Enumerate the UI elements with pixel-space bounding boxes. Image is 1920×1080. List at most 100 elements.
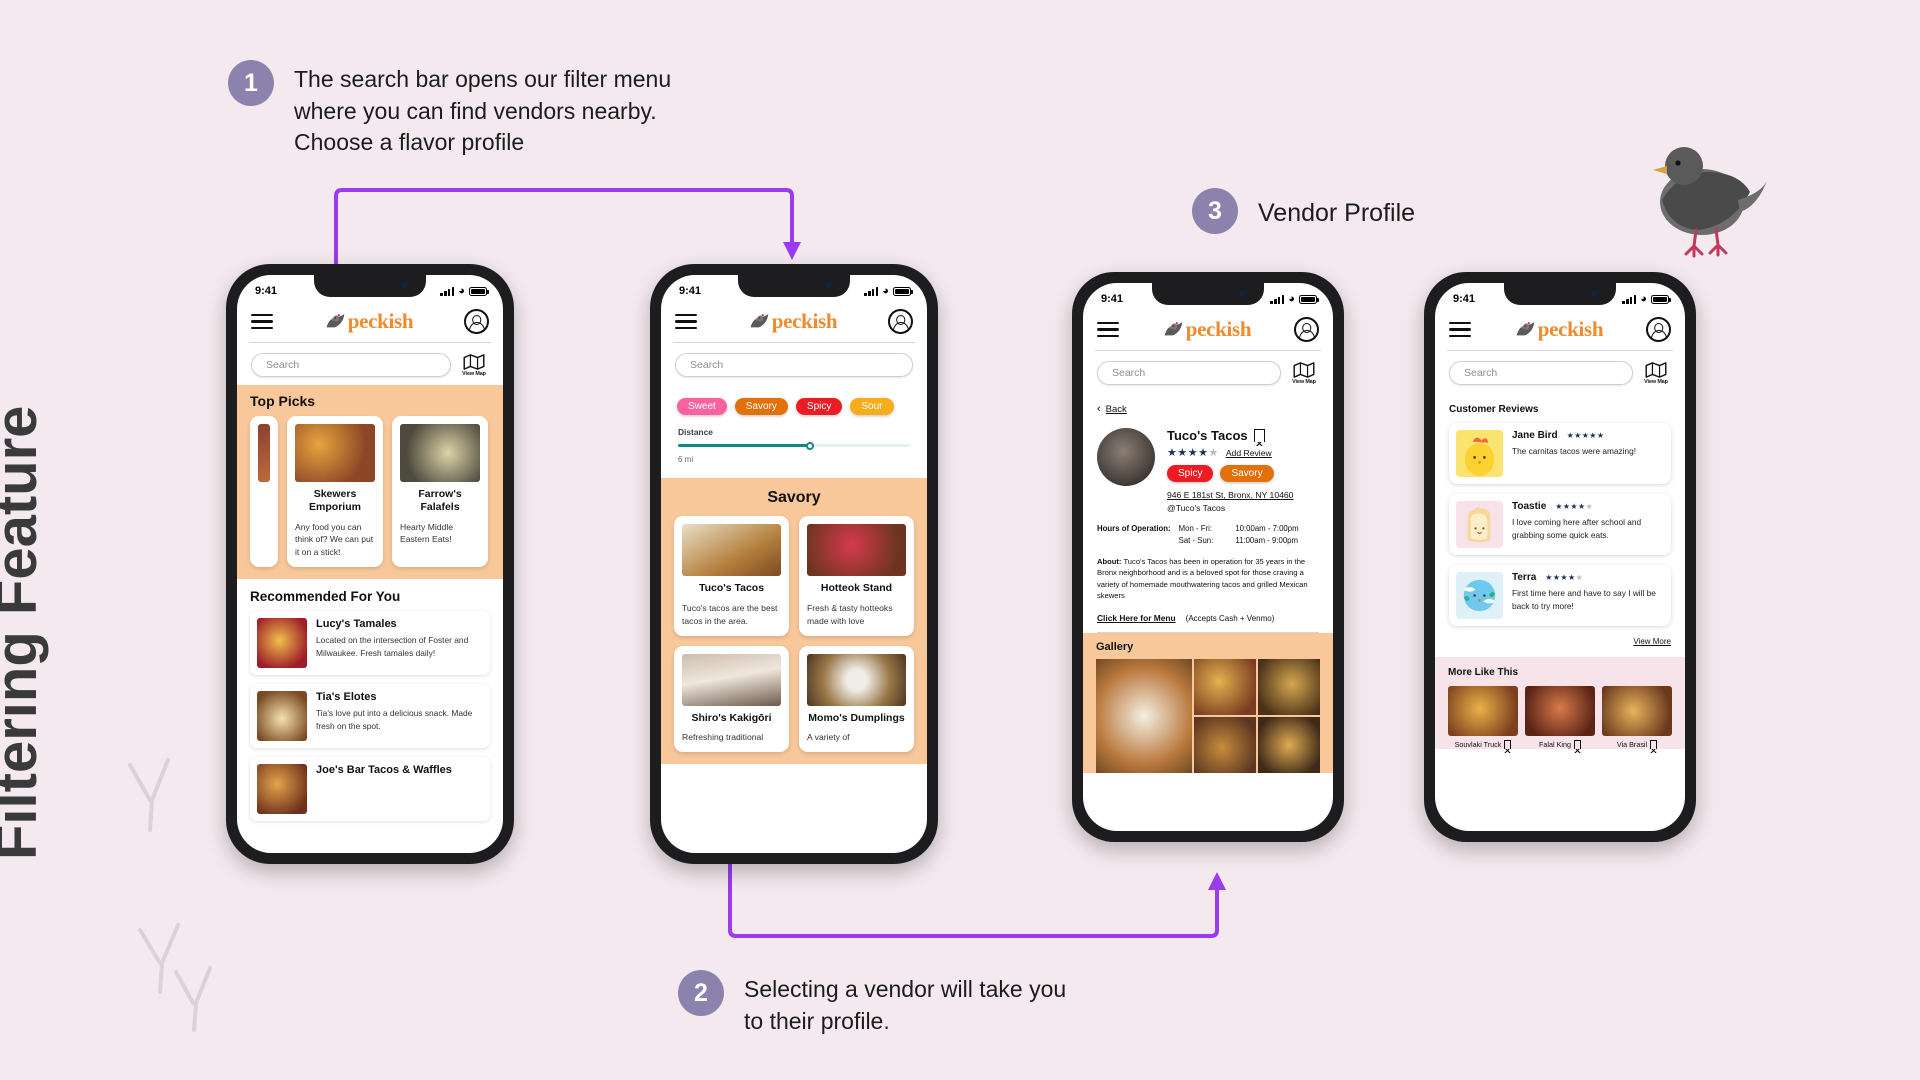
hours-days: Sat - Sun: (1178, 536, 1214, 545)
list-item[interactable]: Joe's Bar Tacos & Waffles (250, 757, 490, 822)
related-vendor-card[interactable]: Falal King (1525, 686, 1595, 753)
vendor-thumbnail (257, 618, 307, 669)
view-more-link[interactable]: View More (1435, 636, 1685, 657)
filter-pill-sour[interactable]: Sour (850, 398, 894, 415)
vendor-card-momos-dumplings[interactable]: Momo's Dumplings A variety of (799, 645, 914, 753)
vendor-name: Joe's Bar Tacos & Waffles (316, 764, 452, 777)
vendor-name: Tuco's Tacos (1167, 428, 1293, 446)
vendor-card-hotteok-stand[interactable]: Hotteok Stand Fresh & tasty hotteoks mad… (799, 516, 914, 636)
distance-value: 6 mi (678, 455, 694, 464)
vendor-card[interactable]: Farrow's Falafels Hearty Middle Eastern … (392, 416, 488, 568)
back-button[interactable]: ‹ Back (1097, 403, 1319, 415)
bookmark-icon[interactable] (1573, 740, 1582, 753)
app-logo[interactable]: peckish (1162, 317, 1252, 342)
account-avatar-icon[interactable] (1294, 317, 1319, 342)
search-input[interactable]: Search (675, 353, 913, 377)
pigeon-illustration (1653, 147, 1768, 258)
gallery-image[interactable] (1258, 716, 1320, 773)
related-vendor-name: Souvlaki Truck (1454, 740, 1502, 749)
vendor-rating: ★★★★★ Add Review (1167, 446, 1293, 459)
account-avatar-icon[interactable] (464, 309, 489, 334)
review-card: Terra ★★★★★ First time here and have to … (1449, 565, 1671, 626)
about-section: About: Tuco's Tacos has been in operatio… (1097, 556, 1319, 602)
vendor-description: Refreshing traditional (682, 732, 764, 743)
top-picks-carousel[interactable]: Skewers Emporium Any food you can think … (250, 416, 490, 568)
battery-icon (469, 286, 489, 296)
account-avatar-icon[interactable] (888, 309, 913, 334)
list-item[interactable]: Tia's Elotes Tia's love put into a delic… (250, 684, 490, 749)
view-map-button[interactable]: View Map (459, 353, 489, 377)
vendor-description: Fresh & tasty hotteoks made with love (807, 602, 893, 626)
gallery-image[interactable] (1194, 716, 1257, 773)
vendor-profile-body: ‹ Back Tuco's Tacos ★★★★★ Add Review Spi… (1083, 393, 1333, 632)
gallery-grid[interactable] (1096, 658, 1320, 773)
related-vendor-thumbnail (1602, 686, 1672, 736)
tag-spicy[interactable]: Spicy (1167, 465, 1214, 482)
vendor-card-shiros-kakigori[interactable]: Shiro's Kakigōri Refreshing traditional (674, 645, 789, 753)
vendor-description: A variety of (807, 732, 850, 743)
vendor-name: Farrow's Falafels (418, 488, 462, 513)
hours-days: Mon - Fri: (1178, 524, 1212, 533)
distance-slider[interactable] (678, 441, 910, 450)
app-logo[interactable]: peckish (324, 309, 414, 334)
phone-notch (738, 275, 850, 297)
filter-pill-sweet[interactable]: Sweet (677, 398, 727, 415)
reviewer-avatar (1456, 430, 1503, 477)
map-icon (1293, 361, 1315, 378)
gallery-image[interactable] (1194, 658, 1257, 715)
related-vendor-name: Via Brasil (1616, 740, 1648, 749)
map-icon (463, 353, 485, 370)
savory-results-section: Savory Tuco's Tacos Tuco's tacos are the… (661, 478, 927, 765)
search-input[interactable]: Search (251, 353, 451, 377)
chevron-left-icon: ‹ (1097, 403, 1101, 415)
rating-stars: ★★★★★ (1167, 447, 1219, 459)
search-row: Search (661, 343, 927, 385)
hours-time: 10:00am - 7:00pm (1235, 524, 1299, 533)
bookmark-icon[interactable] (1504, 740, 1512, 753)
view-map-button[interactable]: View Map (1641, 361, 1671, 385)
vendor-thumbnail (400, 424, 480, 482)
app-logo[interactable]: peckish (1514, 317, 1604, 342)
distance-slider-handle[interactable] (806, 441, 815, 450)
app-name: peckish (1185, 317, 1252, 341)
wifi-icon: ◕ (458, 285, 465, 297)
app-logo[interactable]: peckish (748, 309, 838, 334)
review-text: I love coming here after school and grab… (1512, 517, 1642, 541)
account-avatar-icon[interactable] (1646, 317, 1671, 342)
related-vendor-card[interactable]: Souvlaki Truck (1448, 686, 1518, 753)
hamburger-menu-icon[interactable] (1097, 318, 1119, 341)
add-review-link[interactable]: Add Review (1226, 448, 1272, 458)
vendor-name: Momo's Dumplings (808, 711, 905, 724)
vendor-card-partial[interactable] (250, 416, 278, 568)
tag-savory[interactable]: Savory (1220, 465, 1274, 482)
vendor-card[interactable]: Skewers Emporium Any food you can think … (287, 416, 383, 568)
vendor-card-tucos-tacos[interactable]: Tuco's Tacos Tuco's tacos are the best t… (674, 516, 789, 636)
more-like-this-section: More Like This Souvlaki Truck Falal King… (1435, 657, 1685, 753)
list-item[interactable]: Lucy's Tamales Located on the intersecti… (250, 611, 490, 676)
status-time: 9:41 (1101, 293, 1124, 305)
customer-reviews-title: Customer Reviews (1449, 404, 1539, 415)
reviewer-name: Jane Bird (1512, 430, 1558, 441)
app-name: peckish (347, 309, 414, 333)
reviewer-avatar (1456, 501, 1503, 548)
bird-logo-icon (326, 313, 345, 328)
menu-link[interactable]: Click Here for Menu (1097, 613, 1176, 623)
hamburger-menu-icon[interactable] (1449, 318, 1471, 341)
hamburger-menu-icon[interactable] (251, 310, 273, 333)
search-input[interactable]: Search (1097, 361, 1281, 385)
related-vendor-card[interactable]: Via Brasil (1602, 686, 1672, 753)
bookmark-icon[interactable] (1253, 429, 1265, 446)
vendor-address[interactable]: 946 E 181st St, Bronx, NY 10460 (1167, 490, 1293, 500)
search-row: Search View Map (237, 343, 503, 385)
gallery-image[interactable] (1258, 658, 1320, 715)
bookmark-icon[interactable] (1650, 740, 1658, 753)
step-description: Selecting a vendor will take you to thei… (744, 976, 1067, 1034)
view-map-button[interactable]: View Map (1289, 361, 1319, 385)
search-row: Search View Map (1083, 351, 1333, 393)
filter-pill-spicy[interactable]: Spicy (795, 398, 843, 415)
search-input[interactable]: Search (1449, 361, 1633, 385)
gallery-image[interactable] (1096, 658, 1193, 773)
filter-pill-savory[interactable]: Savory (734, 398, 788, 415)
hamburger-menu-icon[interactable] (675, 310, 697, 333)
wifi-icon: ◕ (882, 285, 889, 297)
